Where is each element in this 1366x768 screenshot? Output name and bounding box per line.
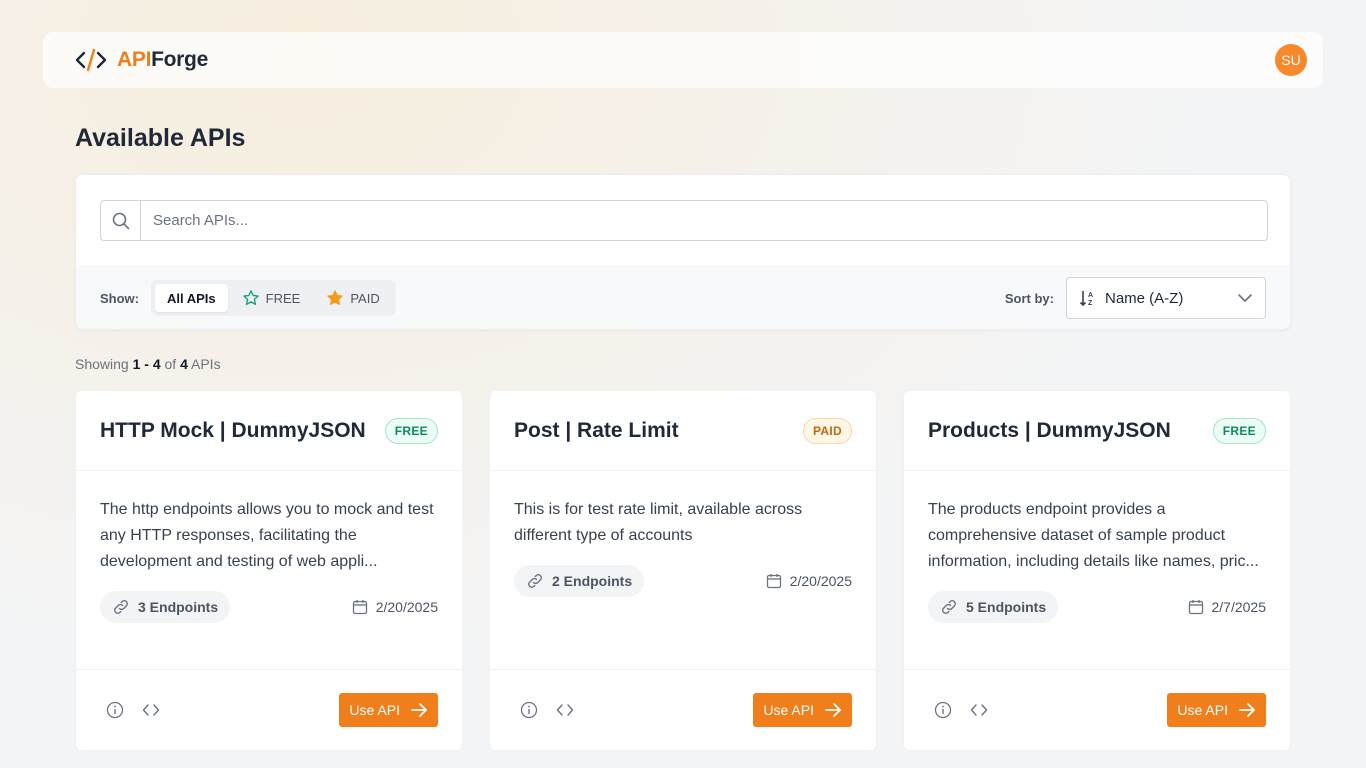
card-description: The products endpoint provides a compreh… xyxy=(928,501,1259,570)
api-card[interactable]: Post | Rate Limit PAID This is for test … xyxy=(489,390,877,751)
filter-all-apis[interactable]: All APIs xyxy=(155,284,228,312)
card-title: HTTP Mock | DummyJSON xyxy=(100,418,366,442)
endpoints-pill: 2 Endpoints xyxy=(514,565,645,597)
date-text: 2/20/2025 xyxy=(375,599,438,615)
endpoints-count: 2 Endpoints xyxy=(552,573,633,589)
sort-value: Name (A-Z) xyxy=(1105,289,1184,307)
endpoints-count: 5 Endpoints xyxy=(966,599,1047,615)
chevron-down-icon xyxy=(1238,294,1252,302)
filter-paid[interactable]: PAID xyxy=(314,284,391,312)
search-box xyxy=(100,200,1268,241)
calendar-icon xyxy=(766,574,781,589)
card-footer: Use API xyxy=(904,669,1290,750)
calendar-icon xyxy=(1188,600,1203,615)
filter-all-label: All APIs xyxy=(167,290,216,306)
use-api-label: Use API xyxy=(349,702,400,718)
show-label: Show: xyxy=(100,290,139,306)
show-segmented-control: All APIs FREE PAID xyxy=(151,280,396,316)
card-description: This is for test rate limit, available a… xyxy=(514,501,803,544)
card-body: The http endpoints allows you to mock an… xyxy=(76,471,462,623)
search-icon xyxy=(101,201,141,240)
filter-panel: Show: All APIs FREE PAID Sort by: AZ Nam… xyxy=(75,174,1291,330)
free-badge: FREE xyxy=(1212,417,1266,444)
sort-group: Sort by: AZ Name (A-Z) xyxy=(1005,277,1266,319)
card-meta: 5 Endpoints 2/7/2025 xyxy=(928,591,1266,623)
code-icon[interactable] xyxy=(556,701,574,719)
card-actions xyxy=(514,701,574,719)
use-api-button[interactable]: Use API xyxy=(339,693,438,727)
card-header: Post | Rate Limit PAID xyxy=(490,391,876,471)
filter-bar: Show: All APIs FREE PAID Sort by: AZ Nam… xyxy=(76,265,1290,329)
top-navbar: APIForge SU xyxy=(43,32,1323,88)
filter-paid-label: PAID xyxy=(350,290,380,306)
card-body: The products endpoint provides a compreh… xyxy=(904,471,1290,623)
free-badge: FREE xyxy=(384,417,438,444)
link-icon xyxy=(942,600,956,614)
calendar-icon xyxy=(352,600,367,615)
card-meta: 2 Endpoints 2/20/2025 xyxy=(514,565,852,597)
info-icon[interactable] xyxy=(106,701,124,719)
svg-text:A: A xyxy=(1088,292,1093,299)
card-date: 2/20/2025 xyxy=(352,599,438,615)
endpoints-pill: 3 Endpoints xyxy=(100,591,231,623)
filter-free[interactable]: FREE xyxy=(230,284,313,312)
api-card-grid: HTTP Mock | DummyJSON FREE The http endp… xyxy=(75,390,1291,751)
code-brackets-icon xyxy=(75,48,107,72)
arrow-right-icon xyxy=(1239,703,1255,717)
api-card[interactable]: HTTP Mock | DummyJSON FREE The http endp… xyxy=(75,390,463,751)
date-text: 2/7/2025 xyxy=(1211,599,1267,615)
card-actions xyxy=(928,701,988,719)
arrow-right-icon xyxy=(411,703,427,717)
card-header: HTTP Mock | DummyJSON FREE xyxy=(76,391,462,471)
info-icon[interactable] xyxy=(520,701,538,719)
date-text: 2/20/2025 xyxy=(789,573,852,589)
card-description: The http endpoints allows you to mock an… xyxy=(100,501,434,570)
card-footer: Use API xyxy=(490,669,876,750)
endpoints-pill: 5 Endpoints xyxy=(928,591,1059,623)
star-outline-icon xyxy=(242,290,259,306)
page-title: Available APIs xyxy=(75,124,246,152)
link-icon xyxy=(528,574,542,588)
card-meta: 3 Endpoints 2/20/2025 xyxy=(100,591,438,623)
card-header: Products | DummyJSON FREE xyxy=(904,391,1290,471)
use-api-label: Use API xyxy=(1177,702,1228,718)
card-actions xyxy=(100,701,160,719)
avatar[interactable]: SU xyxy=(1275,44,1307,76)
card-title: Products | DummyJSON xyxy=(928,418,1171,442)
card-footer: Use API xyxy=(76,669,462,750)
card-date: 2/7/2025 xyxy=(1188,599,1267,615)
sort-ascending-icon: AZ xyxy=(1079,291,1093,307)
api-card[interactable]: Products | DummyJSON FREE The products e… xyxy=(903,390,1291,751)
filter-free-label: FREE xyxy=(265,290,301,306)
card-title: Post | Rate Limit xyxy=(514,418,679,442)
code-icon[interactable] xyxy=(970,701,988,719)
sort-select[interactable]: AZ Name (A-Z) xyxy=(1066,277,1266,319)
sort-label: Sort by: xyxy=(1004,290,1054,306)
paid-badge: PAID xyxy=(803,417,852,444)
endpoints-count: 3 Endpoints xyxy=(138,599,219,615)
use-api-label: Use API xyxy=(763,702,814,718)
card-date: 2/20/2025 xyxy=(766,573,852,589)
logo-text: APIForge xyxy=(117,48,208,71)
card-body: This is for test rate limit, available a… xyxy=(490,471,876,597)
code-icon[interactable] xyxy=(142,701,160,719)
link-icon xyxy=(114,600,128,614)
search-input[interactable] xyxy=(141,201,1267,240)
svg-text:Z: Z xyxy=(1088,300,1093,307)
info-icon[interactable] xyxy=(934,701,952,719)
arrow-right-icon xyxy=(825,703,841,717)
star-filled-icon xyxy=(327,290,344,305)
logo[interactable]: APIForge xyxy=(75,48,208,72)
use-api-button[interactable]: Use API xyxy=(1167,693,1266,727)
use-api-button[interactable]: Use API xyxy=(753,693,852,727)
show-filter-group: Show: All APIs FREE PAID xyxy=(100,280,396,316)
results-count: Showing 1 - 4 of 4 APIs xyxy=(75,356,221,372)
